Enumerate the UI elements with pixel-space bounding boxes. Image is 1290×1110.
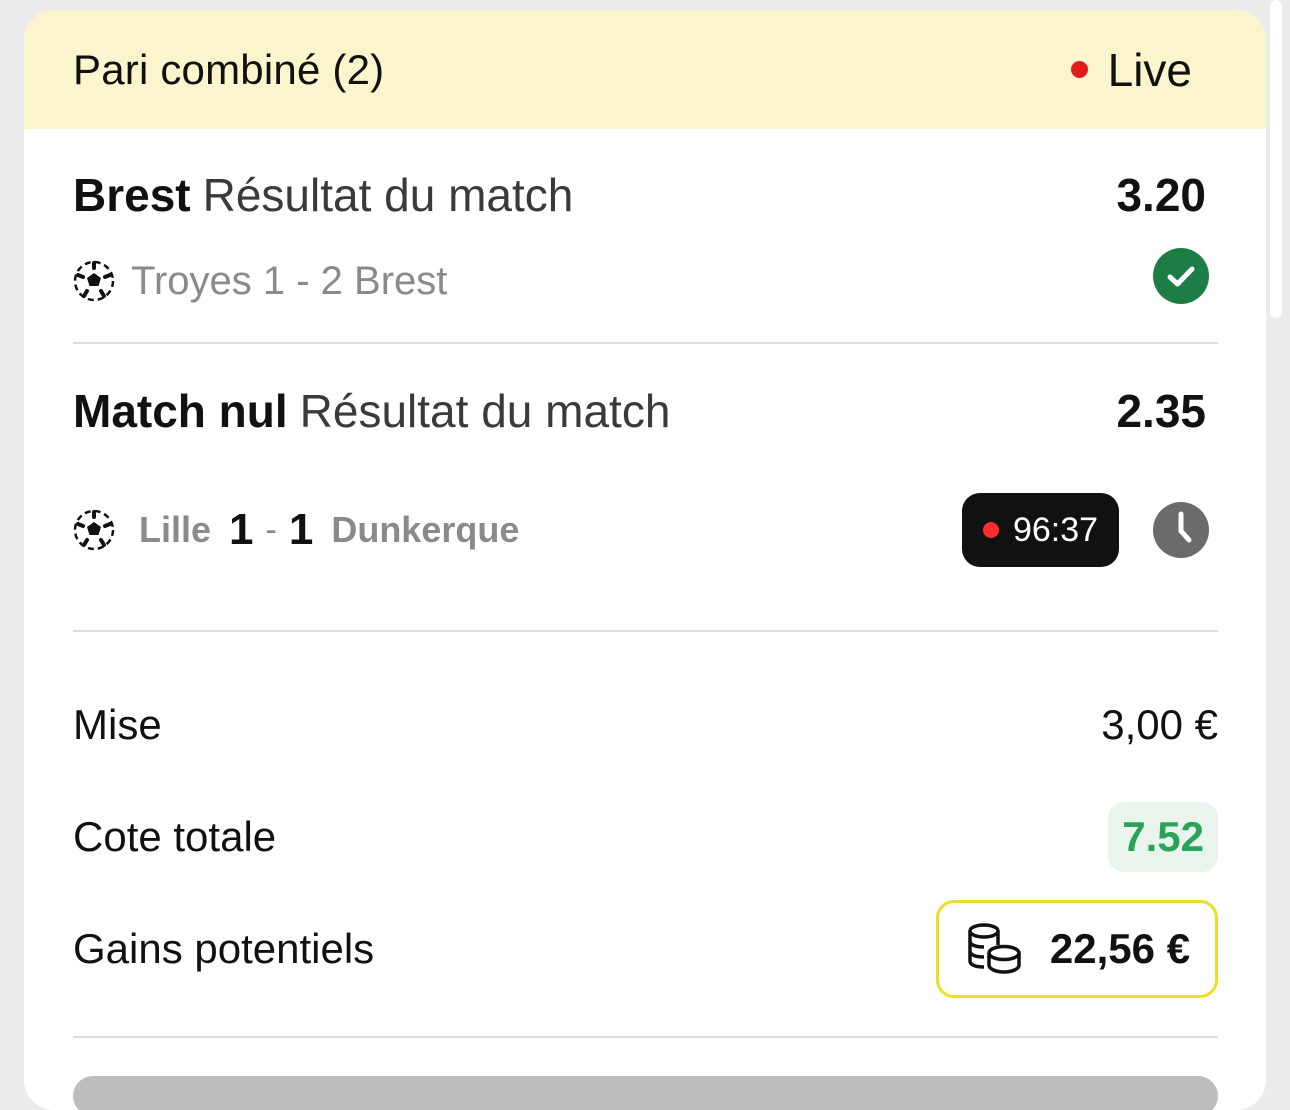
coins-icon (968, 923, 1021, 974)
selection-title: Match nul Résultat du match (73, 384, 670, 438)
stake-row: Mise 3,00 € (73, 685, 1218, 765)
selection-pick: Brest (73, 169, 191, 221)
live-indicator: Live (1070, 43, 1192, 97)
selection-event: Troyes 1 - 2 Brest (73, 255, 447, 307)
divider (73, 1036, 1218, 1038)
home-score: 1 (229, 505, 254, 554)
selection-item[interactable]: Match nul Résultat du match 2.35 Lille 1 … (73, 378, 1218, 618)
away-score: 1 (288, 505, 314, 554)
live-label: Live (1107, 43, 1192, 96)
potential-gains-value: 22,56 € (1049, 925, 1191, 972)
event-score-text: Troyes 1 - 2 Brest (131, 258, 448, 303)
bet-card-header[interactable]: Pari combiné (2) Live (24, 10, 1266, 129)
total-odds-label: Cote totale (73, 813, 277, 860)
selection-market: Résultat du match (202, 169, 574, 221)
action-button[interactable] (73, 1076, 1218, 1110)
scrollbar[interactable] (1270, 0, 1282, 318)
selection-odds: 2.35 (1116, 385, 1206, 437)
soccer-ball-icon (73, 509, 115, 551)
potential-gains-box: 22,56 € (936, 900, 1218, 998)
selection-item[interactable]: Brest Résultat du match 3.20 Troyes 1 - 2… (73, 160, 1218, 360)
total-odds-row: Cote totale 7.52 (73, 797, 1218, 877)
check-icon (1153, 248, 1209, 304)
selection-pick: Match nul (73, 385, 288, 437)
bet-title: Pari combiné (2) (73, 45, 385, 93)
selection-title: Brest Résultat du match (73, 168, 573, 222)
bet-card: Pari combiné (2) Live Brest Résultat du m… (24, 10, 1266, 1110)
home-team: Lille (139, 509, 212, 550)
divider (73, 630, 1218, 632)
match-time: 96:37 (1012, 510, 1099, 549)
stake-label: Mise (73, 701, 162, 748)
live-dot-icon (982, 522, 999, 538)
selection-event: Lille 1 - 1 Dunkerque (73, 504, 519, 556)
soccer-ball-icon (73, 260, 115, 302)
clock-icon (1153, 502, 1209, 558)
away-team: Dunkerque (331, 509, 520, 550)
divider (73, 342, 1218, 344)
stake-value: 3,00 € (1101, 701, 1218, 748)
live-timer-badge: 96:37 (962, 493, 1119, 567)
total-odds-badge: 7.52 (1108, 802, 1218, 872)
score-separator: - (265, 510, 277, 549)
live-dot-icon (1070, 61, 1088, 78)
potential-gains-row: Gains potentiels 22,56 € (73, 900, 1218, 998)
selection-market: Résultat du match (299, 385, 671, 437)
potential-gains-label: Gains potentiels (73, 925, 375, 972)
selection-odds: 3.20 (1116, 169, 1206, 221)
